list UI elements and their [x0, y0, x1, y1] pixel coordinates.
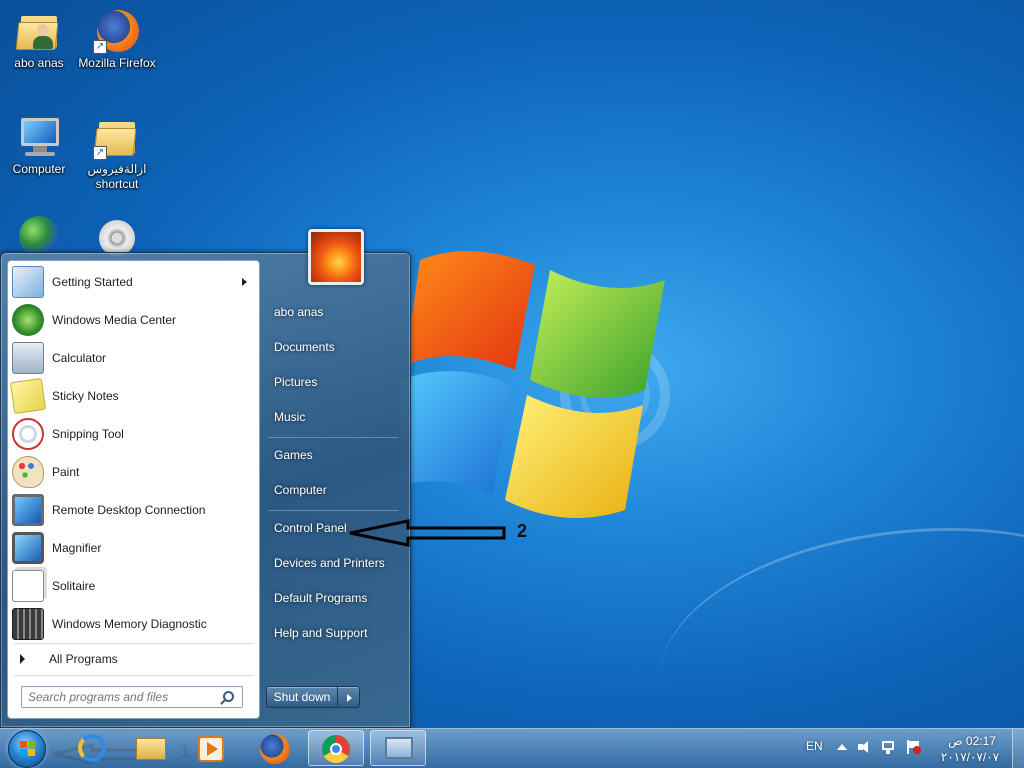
action-center-flag-icon[interactable] [906, 740, 921, 754]
start-link-devices-printers[interactable]: Devices and Printers [274, 556, 385, 574]
search-input[interactable] [21, 686, 243, 708]
taskbar-firefox[interactable] [248, 730, 302, 766]
program-getting-started[interactable]: Getting Started [8, 263, 259, 301]
desktop-icon-folder-shortcut[interactable]: ↗ ازالةفيروس shortcut [78, 112, 156, 192]
start-link-pictures[interactable]: Pictures [274, 375, 317, 393]
program-label: Paint [52, 465, 80, 479]
start-link-computer[interactable]: Computer [274, 483, 327, 501]
program-label: Windows Media Center [52, 313, 177, 327]
internet-explorer-icon [78, 734, 106, 762]
calculator-icon [12, 342, 44, 374]
submenu-arrow-icon[interactable] [242, 278, 247, 286]
play-triangle-icon [207, 742, 218, 756]
program-label: Snipping Tool [52, 427, 124, 441]
all-programs-label: All Programs [49, 652, 118, 666]
program-memory-diagnostic[interactable]: Windows Memory Diagnostic [8, 605, 259, 643]
program-magnifier[interactable]: Magnifier [8, 529, 259, 567]
user-folder-icon [15, 6, 63, 54]
desktop-icon-label: Mozilla Firefox [78, 56, 156, 70]
media-center-icon [12, 304, 44, 336]
user-picture[interactable] [308, 229, 364, 285]
desktop-icon-computer[interactable]: Computer [0, 112, 78, 177]
program-label: Remote Desktop Connection [52, 503, 206, 517]
desktop-icon-firefox[interactable]: ↗ Mozilla Firefox [78, 6, 156, 71]
program-snipping-tool[interactable]: Snipping Tool [8, 415, 259, 453]
taskbar-internet-explorer[interactable] [64, 730, 118, 766]
network-status-icon[interactable] [882, 740, 896, 754]
shutdown-button[interactable]: Shut down [266, 686, 338, 708]
folder-shortcut-icon: ↗ [93, 112, 141, 160]
program-label: Getting Started [52, 275, 133, 289]
program-label: Solitaire [52, 579, 96, 593]
taskbar-explorer[interactable] [124, 730, 178, 766]
program-label: Magnifier [52, 541, 102, 555]
windows-logo-wallpaper [400, 251, 665, 518]
annotation-arrow-2 [349, 519, 506, 547]
program-label: Sticky Notes [52, 389, 119, 403]
taskbar-media-player[interactable] [184, 730, 238, 766]
start-link-games[interactable]: Games [274, 448, 313, 466]
remote-desktop-icon [12, 494, 44, 526]
right-separator [268, 510, 398, 511]
taskbar-control-panel[interactable] [370, 730, 426, 766]
windows-flag-icon [20, 741, 36, 757]
clock-date[interactable]: ٢٠١٧/٠٧/٠٧ [938, 750, 1002, 764]
show-desktop-button[interactable] [1012, 729, 1024, 768]
start-link-music[interactable]: Music [274, 410, 305, 428]
program-label: Windows Memory Diagnostic [52, 617, 207, 631]
programs-separator [14, 643, 254, 644]
clock-time[interactable]: 02:17 ص [948, 734, 996, 748]
firefox-icon [260, 734, 290, 764]
explorer-folder-icon [136, 738, 166, 760]
start-link-documents[interactable]: Documents [274, 340, 335, 358]
taskbar-chrome[interactable] [308, 730, 364, 766]
right-separator [268, 437, 398, 438]
start-menu-programs-pane: Getting Started Windows Media Center Cal… [7, 260, 260, 719]
computer-icon [15, 112, 63, 160]
desktop-icon-label: abo anas [14, 56, 64, 70]
solitaire-icon [12, 570, 44, 602]
volume-icon[interactable] [858, 740, 872, 754]
program-remote-desktop[interactable]: Remote Desktop Connection [8, 491, 259, 529]
start-link-default-programs[interactable]: Default Programs [274, 591, 367, 609]
program-windows-media-center[interactable]: Windows Media Center [8, 301, 259, 339]
chrome-icon [322, 735, 350, 763]
start-button[interactable] [8, 730, 46, 768]
paint-icon [12, 456, 44, 488]
start-link-control-panel[interactable]: Control Panel [274, 521, 347, 539]
desktop-icon-label: Computer [12, 162, 66, 176]
desktop-icon-label: ازالةفيروس shortcut [87, 162, 147, 191]
sticky-notes-icon [9, 377, 47, 415]
search-icon[interactable] [223, 691, 234, 702]
start-link-help-support[interactable]: Help and Support [274, 626, 367, 644]
shutdown-options-button[interactable] [338, 686, 360, 708]
control-panel-icon [385, 737, 413, 759]
program-calculator[interactable]: Calculator [8, 339, 259, 377]
all-programs-button[interactable]: All Programs [8, 647, 259, 671]
program-sticky-notes[interactable]: Sticky Notes [8, 377, 259, 415]
search-separator [14, 675, 254, 676]
language-indicator[interactable]: EN [806, 739, 823, 753]
desktop-icon-user-folder[interactable]: abo anas [0, 6, 78, 71]
magnifier-icon [12, 532, 44, 564]
program-paint[interactable]: Paint [8, 453, 259, 491]
program-label: Calculator [52, 351, 107, 365]
firefox-icon: ↗ [93, 6, 141, 54]
program-solitaire[interactable]: Solitaire [8, 567, 259, 605]
snipping-tool-icon [12, 418, 44, 450]
getting-started-icon [12, 266, 44, 298]
annotation-number-2: 2 [517, 521, 528, 541]
memory-diagnostic-icon [12, 608, 44, 640]
all-programs-arrow-icon [20, 654, 25, 664]
show-hidden-icons-icon[interactable] [836, 740, 850, 754]
start-link-user[interactable]: abo anas [274, 305, 323, 323]
